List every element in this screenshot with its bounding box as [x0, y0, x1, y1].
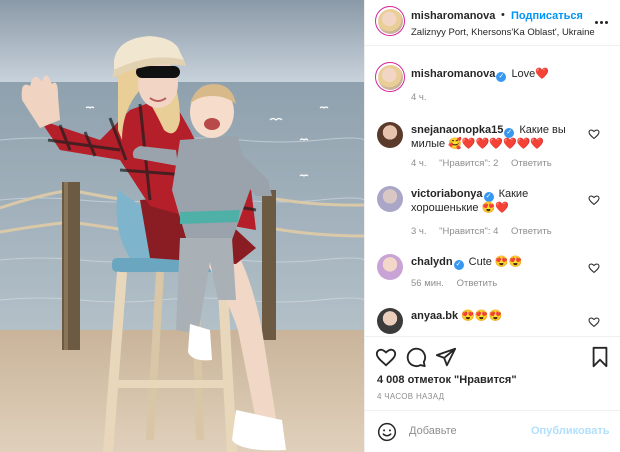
heart-outline-icon[interactable]: [375, 346, 397, 368]
post-time[interactable]: 4 ЧАСОВ НАЗАД: [377, 392, 444, 401]
add-comment-bar: Опубликовать: [365, 410, 620, 452]
reply-button[interactable]: Ответить: [511, 158, 552, 169]
caption-avatar[interactable]: [375, 62, 405, 92]
commenter-avatar[interactable]: [377, 308, 403, 334]
comment-item: snejanaonopka15 ✓ Какие вы милые 🥰❤️❤️❤️❤…: [365, 122, 620, 182]
likes-count[interactable]: 4 008 отметок "Нравится": [377, 374, 517, 386]
post-location[interactable]: Zaliznyy Port, Khersons'Ka Oblast', Ukra…: [411, 27, 595, 38]
sky: [0, 0, 364, 84]
comment-time[interactable]: 4 ч.: [411, 158, 427, 169]
separator-dot: •: [501, 9, 505, 21]
comment-time[interactable]: 56 мин.: [411, 278, 444, 289]
comment-username[interactable]: snejanaonopka15: [411, 124, 503, 136]
comment-text: chalydn ✓ Cute 😍😍: [411, 256, 581, 270]
comment-item: chalydn ✓ Cute 😍😍 56 мин. Ответить: [365, 254, 620, 304]
verified-badge-icon: ✓: [504, 128, 515, 138]
caption-time[interactable]: 4 ч.: [411, 92, 427, 103]
caption-text: misharomanova ✓ Love❤️: [411, 68, 581, 82]
comment-text: victoriabonya ✓ Какие хорошенькие 😍❤️: [411, 188, 581, 215]
paper-plane-icon[interactable]: [435, 346, 457, 368]
comment-like-heart-icon[interactable]: [588, 316, 600, 328]
post-actions: [365, 336, 620, 370]
comment-item: victoriabonya ✓ Какие хорошенькие 😍❤️ 3 ч…: [365, 186, 620, 246]
comment-like-heart-icon[interactable]: [588, 194, 600, 206]
comment-username[interactable]: victoriabonya: [411, 188, 483, 200]
comment-meta: 56 мин. Ответить: [411, 278, 507, 289]
ellipsis-icon[interactable]: [591, 12, 611, 32]
comment-item: anyaa.bk 😍😍😍: [365, 308, 620, 336]
verified-badge-icon: ✓: [496, 72, 507, 82]
publish-button[interactable]: Опубликовать: [531, 425, 610, 437]
smiley-icon[interactable]: [377, 422, 397, 442]
commenter-avatar[interactable]: [377, 254, 403, 280]
verified-badge-icon: ✓: [453, 260, 464, 270]
comment-username[interactable]: anyaa.bk: [411, 310, 458, 322]
post-photo[interactable]: [0, 0, 364, 452]
caption-meta: 4 ч.: [411, 92, 437, 103]
author-avatar[interactable]: [375, 6, 405, 36]
comment-body: 😍😍😍: [461, 310, 503, 322]
caption-item: misharomanova ✓ Love❤️ 4 ч.: [365, 62, 620, 122]
beach-photo-illustration: [0, 0, 364, 452]
commenter-avatar[interactable]: [377, 186, 403, 212]
caption-username[interactable]: misharomanova: [411, 68, 495, 80]
bookmark-icon[interactable]: [589, 346, 611, 368]
comment-like-heart-icon[interactable]: [588, 128, 600, 140]
sand: [0, 330, 364, 452]
comment-meta: 3 ч. "Нравится": 4 Ответить: [411, 226, 562, 237]
comments-list: misharomanova ✓ Love❤️ 4 ч. snejanaonopka…: [365, 46, 620, 336]
commenter-avatar[interactable]: [377, 122, 403, 148]
post-side-panel: misharomanova • Подписаться Zaliznyy Por…: [364, 0, 620, 452]
comment-time[interactable]: 3 ч.: [411, 226, 427, 237]
comment-likes[interactable]: "Нравится": 2: [439, 158, 498, 169]
post-header: misharomanova • Подписаться Zaliznyy Por…: [365, 0, 620, 46]
comment-text: snejanaonopka15 ✓ Какие вы милые 🥰❤️❤️❤️❤…: [411, 124, 581, 151]
instagram-post: misharomanova • Подписаться Zaliznyy Por…: [0, 0, 620, 452]
reply-button[interactable]: Ответить: [511, 226, 552, 237]
author-username[interactable]: misharomanova: [411, 10, 495, 22]
speech-bubble-icon[interactable]: [405, 346, 427, 368]
follow-button[interactable]: Подписаться: [511, 10, 583, 22]
caption-body: Love❤️: [511, 68, 549, 80]
comment-like-heart-icon[interactable]: [588, 262, 600, 274]
verified-badge-icon: ✓: [483, 192, 494, 202]
comment-meta: 4 ч. "Нравится": 2 Ответить: [411, 158, 562, 169]
comment-username[interactable]: chalydn: [411, 256, 453, 268]
reply-button[interactable]: Ответить: [457, 278, 498, 289]
comment-body: Cute 😍😍: [468, 256, 523, 268]
comment-text: anyaa.bk 😍😍😍: [411, 310, 581, 323]
comment-likes[interactable]: "Нравится": 4: [439, 226, 498, 237]
